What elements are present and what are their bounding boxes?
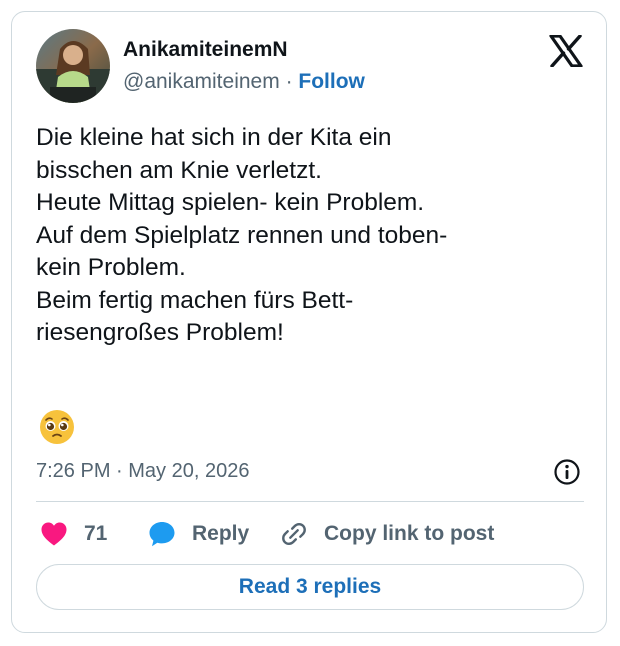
speech-bubble-icon xyxy=(149,522,175,547)
divider xyxy=(36,501,584,502)
x-logo-icon[interactable] xyxy=(549,35,583,67)
pleading-face-icon xyxy=(40,410,74,444)
tweet-card: AnikamiteinemN @anikamiteinem · Follow D… xyxy=(11,11,607,633)
reply-label: Reply xyxy=(192,522,250,545)
like-button[interactable]: 71 xyxy=(40,517,107,551)
heart-icon xyxy=(41,522,67,546)
copy-link-button[interactable]: Copy link to post xyxy=(280,517,494,551)
tweet-timestamp[interactable]: 7:26 PM · May 20, 2026 xyxy=(36,460,249,483)
meta-separator: · xyxy=(285,70,293,93)
info-icon[interactable] xyxy=(553,458,581,486)
like-count: 71 xyxy=(84,522,108,545)
author-meta: @anikamiteinem · Follow xyxy=(123,70,365,94)
display-name[interactable]: AnikamiteinemN xyxy=(123,38,288,62)
read-replies-button[interactable]: Read 3 replies xyxy=(36,564,584,610)
avatar[interactable] xyxy=(36,29,110,103)
copy-link-label: Copy link to post xyxy=(324,522,495,545)
link-icon xyxy=(282,522,306,546)
follow-button[interactable]: Follow xyxy=(298,70,365,93)
reply-button[interactable]: Reply xyxy=(148,517,249,551)
tweet-text: Die kleine hat sich in der Kita ein biss… xyxy=(36,124,448,346)
author-handle[interactable]: @anikamiteinem xyxy=(123,70,280,93)
